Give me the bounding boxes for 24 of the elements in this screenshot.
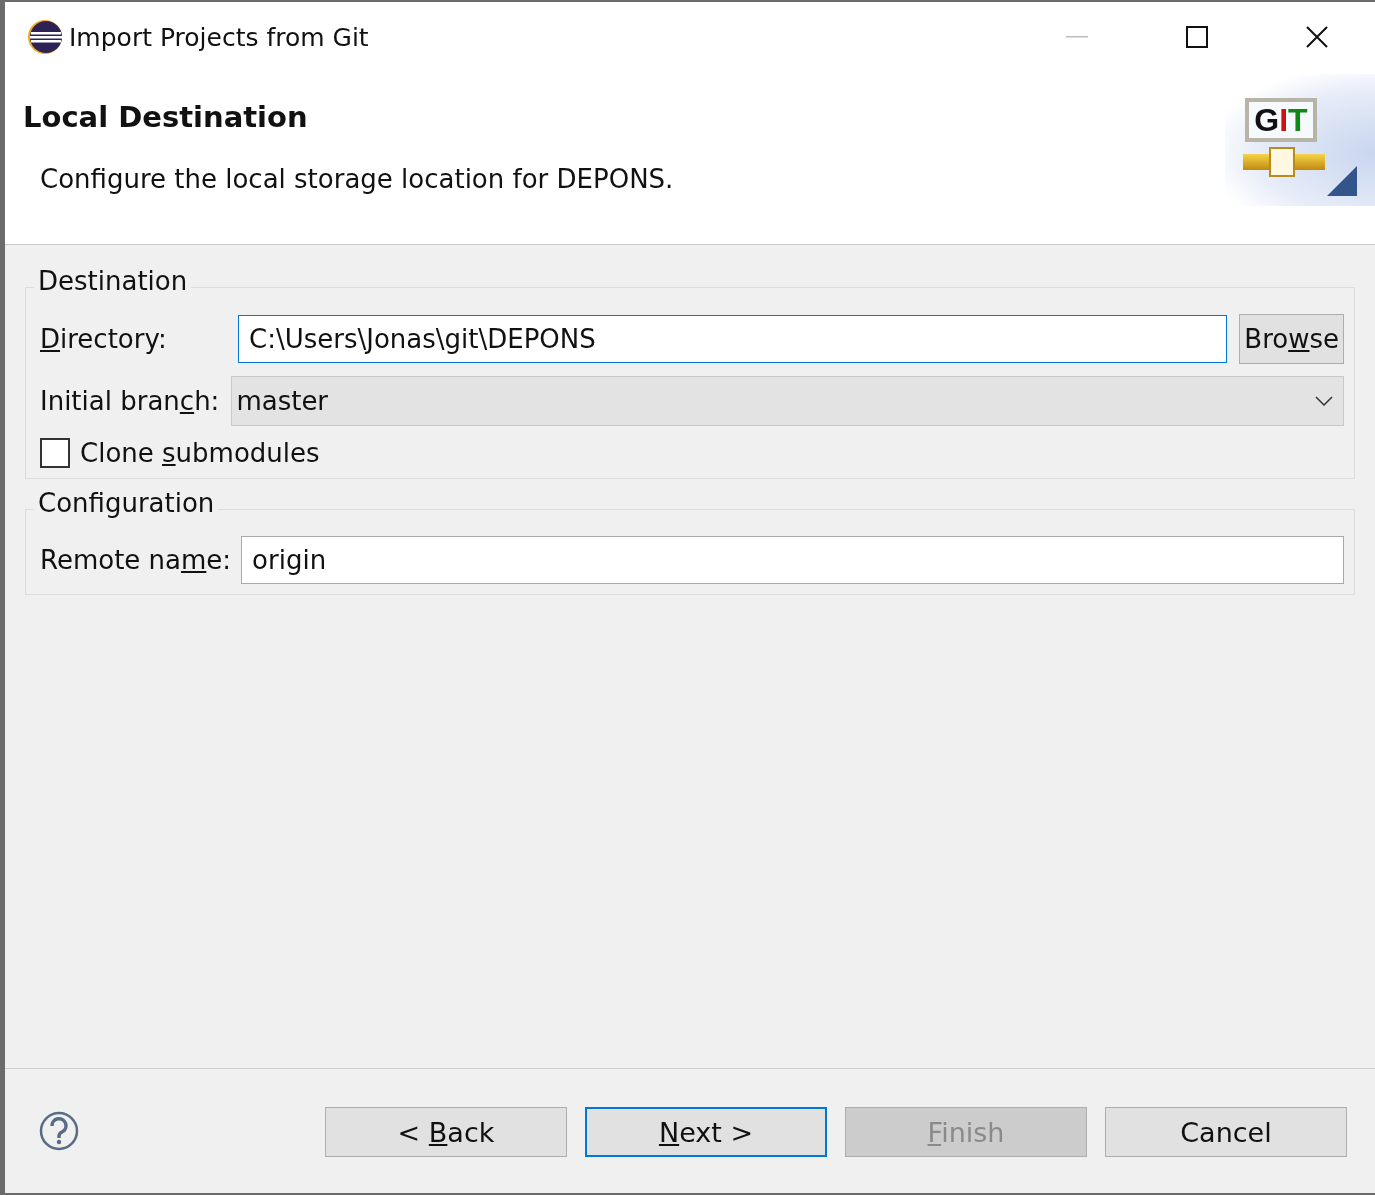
app-logo-icon [25, 17, 65, 57]
remote-name-field[interactable]: origin [241, 536, 1344, 584]
close-icon [1306, 26, 1328, 48]
dialog-button[interactable]: Cancel [1105, 1107, 1347, 1157]
window-title: Import Projects from Git [69, 22, 370, 52]
pipe-icon [1243, 146, 1325, 178]
page-title: Local Destination [23, 100, 309, 134]
chevron-down-icon [1315, 396, 1333, 406]
minimize-icon [1066, 36, 1088, 38]
maximize-icon [1186, 26, 1208, 48]
branch-label: Initial branch: [40, 386, 220, 416]
checkbox[interactable] [40, 438, 70, 468]
dialog-button[interactable]: Next > [585, 1107, 827, 1157]
browse-button[interactable]: Browse [1239, 314, 1344, 364]
triangle-icon [1327, 166, 1357, 196]
git-logo: GIT [1245, 98, 1317, 142]
remote-name-label: Remote name: [40, 545, 232, 575]
clone-submodules-label: Clone submodules [80, 438, 320, 468]
help-icon[interactable] [39, 1111, 79, 1151]
dialog-button[interactable]: < Back [325, 1107, 567, 1157]
branch-dropdown[interactable]: master [231, 376, 1344, 426]
directory-field[interactable]: C:\Users\Jonas\git\DEPONS [238, 315, 1228, 363]
directory-label: Directory: [40, 324, 168, 354]
page-description: Configure the local storage location for DEPONS. [40, 164, 674, 194]
